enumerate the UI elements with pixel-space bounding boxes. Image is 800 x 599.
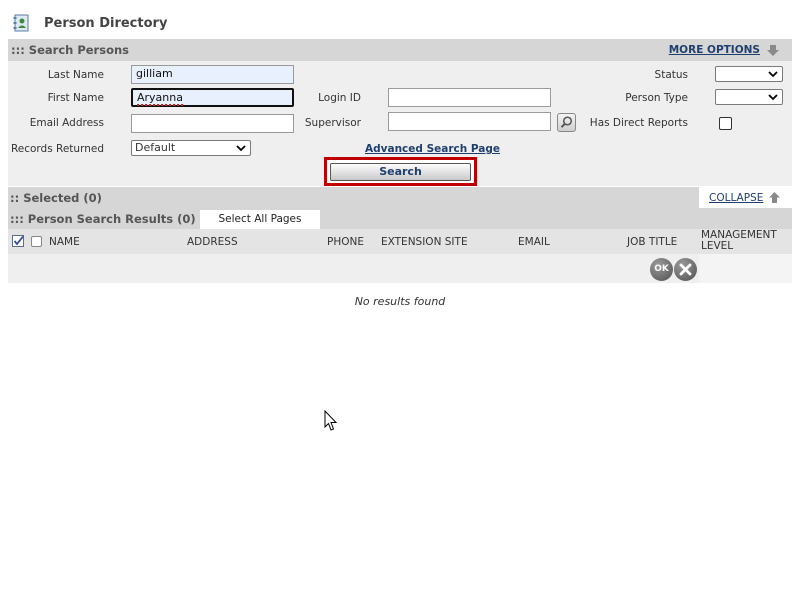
close-button[interactable] <box>674 258 697 281</box>
search-persons-header: ::: Search Persons MORE OPTIONS <box>8 39 792 61</box>
col-job-title[interactable]: JOB TITLE <box>627 236 677 248</box>
select-all-pages-tab[interactable]: Select All Pages <box>200 210 320 229</box>
col-address[interactable]: ADDRESS <box>187 236 238 248</box>
search-button[interactable]: Search <box>330 163 471 181</box>
login-id-label: Login ID <box>318 92 361 104</box>
col-email[interactable]: EMAIL <box>518 236 550 248</box>
col-extension-site[interactable]: EXTENSION SITE <box>381 236 468 248</box>
select-all-checkbox[interactable] <box>31 236 42 247</box>
collapse-link[interactable]: COLLAPSE <box>709 192 763 204</box>
selected-header: :: Selected (0) <box>8 187 699 208</box>
no-results-message: No results found <box>354 295 446 308</box>
last-name-label: Last Name <box>47 69 104 81</box>
ok-button[interactable]: OK <box>650 258 673 281</box>
more-options-link[interactable]: MORE OPTIONS <box>669 44 760 56</box>
title-bar: Person Directory <box>8 10 167 36</box>
results-action-row: OK <box>8 254 792 283</box>
records-returned-label: Records Returned <box>10 143 104 155</box>
down-arrow-icon[interactable] <box>766 44 780 57</box>
person-type-select[interactable] <box>715 89 783 105</box>
supervisor-input[interactable] <box>388 112 551 131</box>
search-button-highlight: Search <box>324 157 477 186</box>
direct-reports-checkbox[interactable] <box>719 117 732 130</box>
up-arrow-icon[interactable] <box>768 191 781 204</box>
records-returned-select[interactable]: Default <box>131 140 251 156</box>
col-name[interactable]: NAME <box>49 236 80 248</box>
records-returned-value: Default <box>135 141 176 154</box>
person-type-label: Person Type <box>625 92 688 104</box>
results-title: ::: Person Search Results (0) <box>10 212 196 226</box>
page-title: Person Directory <box>44 15 168 31</box>
collapse-area: COLLAPSE <box>699 187 792 208</box>
selected-title: :: Selected (0) <box>10 191 102 205</box>
supervisor-label: Supervisor <box>304 117 361 129</box>
chevron-down-icon <box>768 68 778 80</box>
advanced-search-link[interactable]: Advanced Search Page <box>365 143 500 155</box>
close-icon <box>679 263 692 276</box>
col-management-level[interactable]: MANAGEMENT LEVEL <box>701 230 781 252</box>
login-id-input[interactable] <box>388 88 551 107</box>
search-panel: Last Name gilliam First Name Aryanna Ema… <box>8 61 792 186</box>
status-label: Status <box>654 69 688 81</box>
results-column-headers: NAME ADDRESS PHONE EXTENSION SITE EMAIL … <box>8 229 792 254</box>
status-select[interactable] <box>715 66 783 82</box>
results-header: ::: Person Search Results (0) Select All… <box>8 208 792 229</box>
checkbox-checked-icon[interactable] <box>12 235 25 251</box>
email-input[interactable] <box>131 114 294 133</box>
email-label: Email Address <box>29 117 104 129</box>
person-directory-icon <box>13 14 31 32</box>
mouse-cursor-icon <box>324 409 338 432</box>
chevron-down-icon <box>768 91 778 103</box>
chevron-down-icon <box>236 142 246 154</box>
col-phone[interactable]: PHONE <box>327 236 364 248</box>
first-name-input[interactable]: Aryanna <box>131 88 294 107</box>
first-name-label: First Name <box>47 92 104 104</box>
first-name-value: Aryanna <box>137 91 183 106</box>
search-persons-title: ::: Search Persons <box>11 43 129 57</box>
results-action-cell <box>699 254 792 283</box>
direct-reports-label: Has Direct Reports <box>589 117 688 129</box>
last-name-input[interactable]: gilliam <box>131 65 294 84</box>
